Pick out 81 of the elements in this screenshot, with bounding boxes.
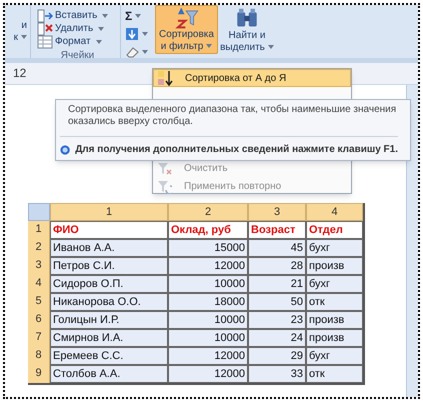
row-header[interactable]: 3 (28, 257, 50, 275)
table-cell: Никанорова О.О. (50, 293, 168, 311)
table-cell: 12000 (168, 347, 248, 365)
table-cell: произв (306, 329, 363, 347)
caret-icon (21, 35, 27, 40)
sort-filter-button[interactable]: Сортировка и фильтр (155, 5, 218, 54)
table-cell: 10000 (168, 329, 248, 347)
name-box[interactable]: 12 (13, 64, 26, 82)
find-select-button[interactable]: Найти и выделить (220, 7, 274, 54)
caret-icon (142, 50, 148, 54)
format-cells-icon (37, 34, 53, 48)
table-cell: произв (306, 311, 363, 329)
table-cell: Еремеев С.С. (50, 347, 168, 365)
row-header[interactable]: 1 (28, 221, 50, 239)
caret-icon (268, 45, 274, 50)
table-cell: 12000 (168, 257, 248, 275)
caret-icon (98, 26, 104, 30)
table-cell: 23 (248, 311, 306, 329)
table-cell: 12000 (168, 365, 248, 383)
table-cell: 21 (248, 275, 306, 293)
table-cell: ФИО (50, 221, 168, 239)
table-cell: произв (306, 257, 363, 275)
help-icon (60, 144, 70, 156)
table-cell: 10000 (168, 275, 248, 293)
caret-icon (142, 32, 148, 36)
caret-icon (206, 44, 212, 48)
delete-cells-icon (37, 22, 53, 36)
eraser-icon (125, 46, 139, 58)
column-header[interactable]: 2 (168, 203, 248, 221)
table-cell: Иванов А.А. (50, 239, 168, 257)
row-header[interactable]: 6 (28, 311, 50, 329)
table-cell: Голицын И.Р. (50, 311, 168, 329)
table-cell: Возраст (248, 221, 306, 239)
table-cell: Петров С.И. (50, 257, 168, 275)
sum-button[interactable]: Σ (125, 9, 155, 23)
ribbon-button[interactable]: Удалить (35, 22, 120, 35)
table-cell: 24 (248, 329, 306, 347)
caret-icon (135, 14, 142, 18)
table-cell: 28 (248, 257, 306, 275)
table-cell: Оклад, руб (168, 221, 248, 239)
table-cell: бухг (306, 347, 363, 365)
ribbon-button[interactable]: Вставить (35, 9, 120, 22)
vertical-scrollbar[interactable] (406, 85, 418, 397)
table-cell: Сидоров О.П. (50, 275, 168, 293)
column-header[interactable]: 4 (306, 203, 363, 221)
table-cell: 10000 (168, 311, 248, 329)
table-cell: 33 (248, 365, 306, 383)
table-cell: отк (306, 293, 363, 311)
row-header[interactable]: 8 (28, 347, 50, 365)
row-header[interactable]: 7 (28, 329, 50, 347)
row-header[interactable]: 2 (28, 239, 50, 257)
row-header[interactable]: 9 (28, 365, 50, 383)
ribbon-label: к (14, 32, 27, 44)
fill-down-icon (125, 27, 139, 41)
table-cell: 18000 (168, 293, 248, 311)
table-cell: Смирнов И.А. (50, 329, 168, 347)
group-title: Ячейки (60, 49, 96, 63)
table-cell: 29 (248, 347, 306, 365)
table-cell: 50 (248, 293, 306, 311)
column-header[interactable]: 3 (248, 203, 306, 221)
table-cell: отк (306, 365, 363, 383)
tooltip-description: Сортировка выделенного диапазона так, чтобы наименьшие значения оказались вверху столбца. (68, 104, 398, 128)
insert-cells-icon (37, 8, 53, 22)
menu-item[interactable]: Сортировка от А до Я (153, 69, 351, 87)
table-cell: Отдел (306, 221, 363, 239)
ribbon-button[interactable]: Формат (35, 35, 120, 48)
row-header[interactable]: 5 (28, 293, 50, 311)
tooltip-help-text: Для получения дополнительных сведений нажмите клавишу F1. (75, 143, 398, 157)
caret-icon (102, 14, 108, 18)
sort-ascending-icon (157, 70, 173, 86)
column-header[interactable]: 1 (50, 203, 168, 221)
table-cell: 15000 (168, 239, 248, 257)
table-cell: 45 (248, 239, 306, 257)
ribbon-label: и (21, 20, 27, 32)
table-cell: Столбов А.А. (50, 365, 168, 383)
filter-reapply-icon (156, 178, 172, 194)
caret-icon (96, 40, 102, 44)
table-cell: бухг (306, 275, 363, 293)
table-cell: бухг (306, 239, 363, 257)
filter-clear-icon (156, 160, 172, 176)
row-header[interactable]: 4 (28, 275, 50, 293)
